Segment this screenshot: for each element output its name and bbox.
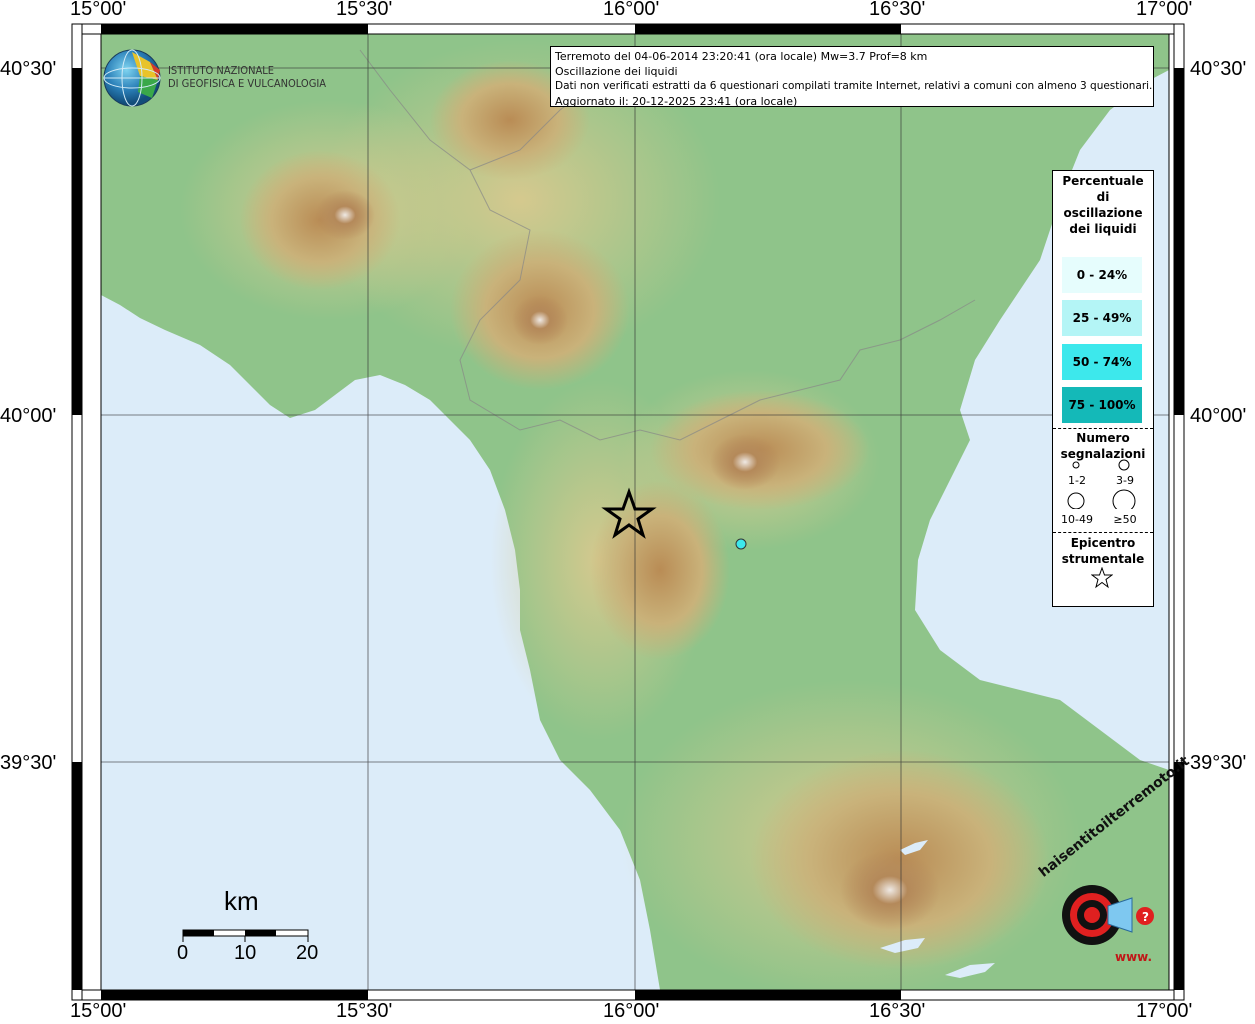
event-info-line-4: Aggiornato il: 20-12-2025 23:41 (ora loc… (555, 95, 798, 108)
legend-class-2: 25 - 49% (1062, 300, 1142, 336)
legend-count-3-9: 3-9 (1116, 474, 1134, 487)
lat-tick-left-3: 39°30' (0, 752, 57, 774)
legend-class-1: 0 - 24% (1062, 257, 1142, 293)
logo-line-1: ISTITUTO NAZIONALE (168, 64, 275, 77)
legend-symbol-1-2 (1072, 461, 1080, 469)
legend-count-title: Numero segnalazioni (1060, 431, 1146, 461)
event-info-line-3: Dati non verificati estratti da 6 questi… (555, 80, 1153, 92)
lat-tick-right-3: 39°30' (1190, 752, 1247, 774)
lon-tick-top-5: 17°00' (1136, 0, 1193, 20)
lat-tick-right-1: 40°30' (1190, 58, 1247, 80)
legend-star-icon (1091, 567, 1113, 589)
legend-divider-2 (1053, 532, 1153, 533)
event-info-box: Terremoto del 04-06-2014 23:20:41 (ora l… (550, 46, 1154, 108)
legend-count-50: ≥50 (1113, 513, 1137, 526)
lon-tick-bottom-3: 16°00' (603, 1000, 660, 1022)
lon-tick-bottom-4: 16°30' (869, 1000, 926, 1022)
legend-count-1-2: 1-2 (1068, 474, 1086, 487)
scale-label-20: 20 (296, 942, 319, 964)
lat-tick-left-2: 40°00' (0, 405, 57, 427)
lon-tick-top-4: 16°30' (869, 0, 926, 20)
event-info-line-1: Terremoto del 04-06-2014 23:20:41 (ora l… (555, 50, 928, 63)
lon-tick-top-1: 15°00' (70, 0, 127, 20)
lat-tick-right-2: 40°00' (1190, 405, 1247, 427)
haisentito-badge-prefix: www. (1115, 950, 1153, 964)
legend-count-10-49: 10-49 (1061, 513, 1093, 526)
scale-label-10: 10 (234, 942, 257, 964)
lon-tick-top-3: 16°00' (603, 0, 660, 20)
legend-class-4: 75 - 100% (1062, 387, 1142, 423)
lon-tick-bottom-5: 17°00' (1136, 1000, 1193, 1022)
lat-tick-left-1: 40°30' (0, 58, 57, 80)
logo-line-2: DI GEOFISICA E VULCANOLOGIA (168, 77, 327, 90)
svg-text:?: ? (1142, 910, 1149, 924)
legend-symbol-3-9 (1118, 459, 1130, 471)
map-area (101, 34, 1169, 990)
lon-tick-bottom-1: 15°00' (70, 1000, 127, 1022)
legend-symbol-10-49 (1067, 492, 1085, 509)
event-info-line-2: Oscillazione dei liquidi (555, 65, 678, 78)
lon-tick-top-2: 15°30' (336, 0, 393, 20)
legend-class-3: 50 - 74% (1062, 344, 1142, 380)
lon-tick-bottom-2: 15°30' (336, 1000, 393, 1022)
legend-divider (1053, 428, 1153, 429)
scale-label-0: 0 (177, 942, 189, 964)
legend-title: Percentuale di oscillazione dei liquidi (1062, 174, 1144, 236)
legend-symbol-50 (1112, 489, 1136, 509)
ingv-logo-text: ISTITUTO NAZIONALE DI GEOFISICA E VULCAN… (168, 64, 326, 90)
ingv-logo-icon (103, 49, 161, 107)
scale-bar-title: km (224, 886, 259, 916)
legend-epicenter-title: Epicentro strumentale (1061, 536, 1145, 566)
report-point[interactable] (735, 538, 747, 550)
map-legend: Percentuale di oscillazione dei liquidi … (1052, 170, 1154, 607)
